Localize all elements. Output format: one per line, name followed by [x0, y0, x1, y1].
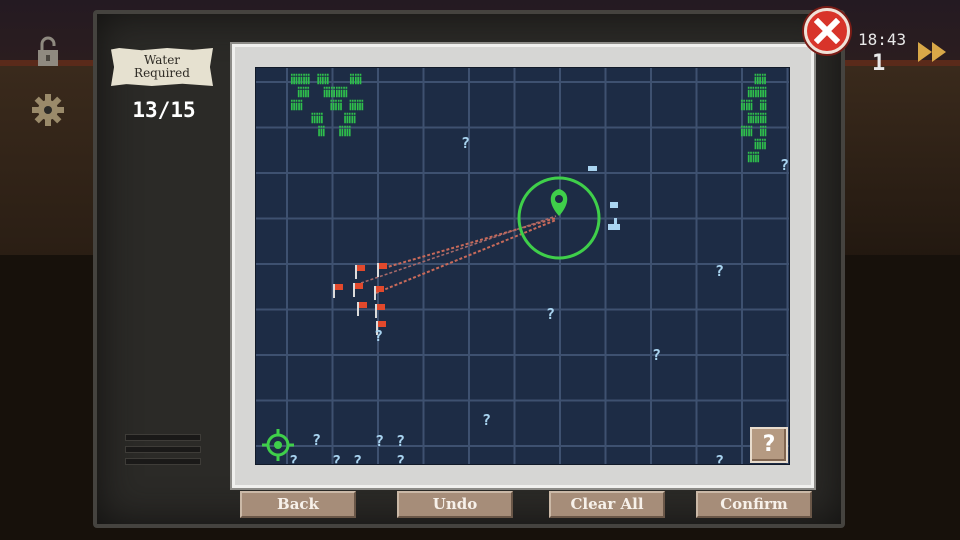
back-button[interactable]: Back [240, 491, 356, 518]
unknown-marker[interactable]: ? [461, 136, 470, 151]
map-area[interactable]: ⅲⅱⅲ ⅲⅱ ⅱⅲ ⅱⅲ ⅲⅱⅲⅱ ⅲⅱ ⅲⅱ ⅲⅲ ⅱⅲ ⅲⅱ ⅲ ⅱⅲ ⅲⅱ… [255, 67, 790, 465]
flag-marker[interactable] [374, 304, 385, 318]
lock-icon[interactable] [36, 36, 60, 68]
flag-marker[interactable] [352, 283, 363, 297]
flag-marker[interactable] [332, 284, 343, 298]
locate-icon[interactable] [261, 428, 295, 462]
route-lines [360, 176, 601, 294]
target-pin-dot [555, 195, 563, 203]
clock-time: 18:43 [858, 30, 907, 49]
close-icon [814, 18, 840, 44]
route-line [375, 219, 557, 294]
unknown-marker[interactable]: ? [546, 307, 555, 322]
route-line [383, 217, 557, 269]
flag-marker[interactable] [354, 265, 365, 279]
unknown-marker[interactable]: ? [780, 158, 789, 173]
route-line [360, 215, 557, 284]
unknown-marker[interactable]: ? [353, 454, 362, 465]
water-label-line2: Required [134, 66, 190, 80]
flag-marker[interactable] [376, 263, 387, 277]
gear-icon[interactable] [30, 92, 66, 128]
background-building-right [845, 60, 960, 260]
unknown-marker[interactable]: ? [396, 434, 405, 449]
unknown-marker[interactable]: ? [482, 413, 491, 428]
unknown-marker[interactable]: ? [375, 434, 384, 449]
unknown-marker[interactable]: ? [332, 454, 341, 465]
fast-forward-icon[interactable] [916, 40, 950, 64]
side-bars [125, 434, 201, 470]
confirm-button[interactable]: Confirm [696, 491, 812, 518]
background-building-left [0, 60, 100, 260]
water-count: 13/15 [132, 98, 196, 122]
flag-marker[interactable] [373, 286, 384, 300]
water-required-tag: Water Required [111, 48, 213, 86]
help-button[interactable]: ? [750, 427, 788, 463]
day-counter: 1 [872, 51, 886, 76]
side-bar [125, 458, 201, 465]
close-button[interactable] [804, 8, 850, 54]
clear-all-button[interactable]: Clear All [549, 491, 665, 518]
building-icon [608, 202, 620, 230]
unknown-marker[interactable]: ? [715, 454, 724, 465]
unknown-marker[interactable]: ? [396, 454, 405, 465]
unknown-marker[interactable]: ? [374, 329, 383, 344]
unknown-marker[interactable]: ? [652, 348, 661, 363]
flag-marker[interactable] [356, 302, 367, 316]
unknown-marker[interactable]: ? [312, 433, 321, 448]
unknown-marker[interactable]: ? [715, 264, 724, 279]
undo-button[interactable]: Undo [397, 491, 513, 518]
side-bar [125, 434, 201, 441]
building-icon [588, 166, 597, 171]
side-bar [125, 446, 201, 453]
